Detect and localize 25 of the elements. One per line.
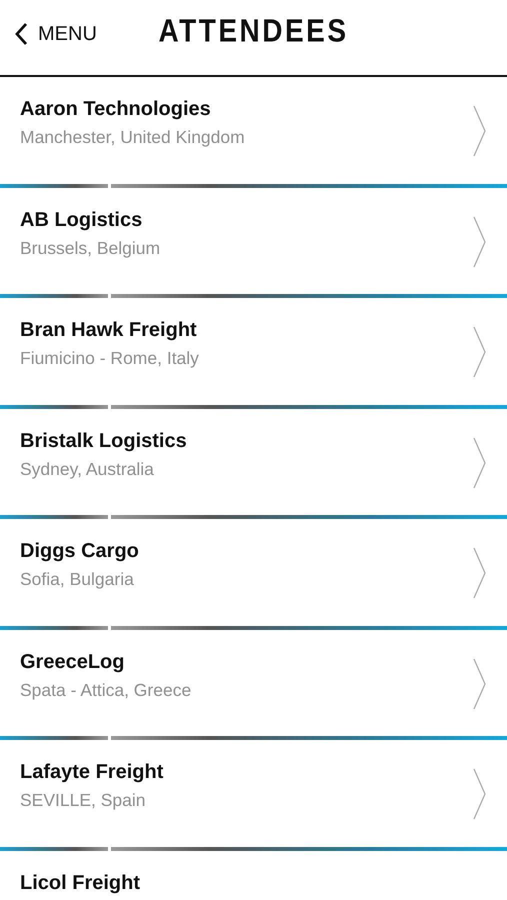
company-name: Bran Hawk Freight xyxy=(20,318,198,342)
company-location: Fiumicino - Rome, Italy xyxy=(20,348,199,369)
back-chevron-icon xyxy=(14,22,28,46)
company-name: Lafayte Freight xyxy=(20,760,164,784)
chevron-right-icon xyxy=(473,326,487,378)
chevron-right-icon xyxy=(473,768,487,820)
company-name: Diggs Cargo xyxy=(20,539,139,563)
company-name: Bristalk Logistics xyxy=(20,428,187,452)
page-title: ATTENDEES xyxy=(158,12,348,48)
chevron-right-icon xyxy=(473,547,487,599)
company-location: SEVILLE, Spain xyxy=(20,790,146,811)
chevron-right-icon xyxy=(473,105,487,157)
company-location: Brussels, Belgium xyxy=(20,238,160,258)
chevron-right-icon xyxy=(473,658,487,710)
company-name: Aaron Technologies xyxy=(20,97,212,121)
company-location: Spata - Attica, Greece xyxy=(20,680,192,700)
company-name: AB Logistics xyxy=(20,208,144,232)
chevron-right-icon xyxy=(473,216,487,268)
back-button[interactable]: MENU xyxy=(14,19,97,49)
company-name: GreeceLog xyxy=(20,650,126,674)
company-location: Sydney, Australia xyxy=(20,458,155,480)
company-name: Licol Freight xyxy=(20,870,140,894)
chevron-right-icon xyxy=(473,436,487,488)
company-location: Sofia, Bulgaria xyxy=(20,569,135,590)
company-location: Manchester, United Kingdom xyxy=(20,127,245,148)
